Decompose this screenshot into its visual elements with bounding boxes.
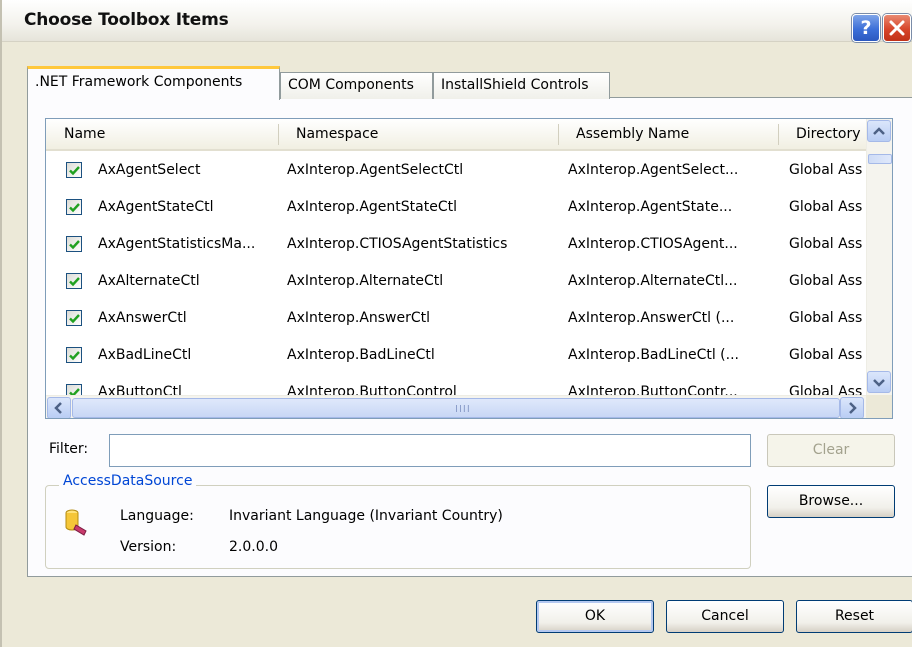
row-directory-cell: Global Ass — [789, 162, 863, 178]
filter-label-text: Filter: — [49, 441, 89, 457]
row-directory-cell: Global Ass — [789, 310, 863, 326]
row-name-cell: AxAgentStatisticsMa... — [98, 236, 256, 252]
column-header-namespace[interactable]: Namespace — [278, 119, 558, 149]
scrollbar-corner — [866, 395, 892, 418]
components-list[interactable]: Name Namespace Assembly Name Directory A… — [45, 118, 893, 419]
browse-button-label: Browse... — [798, 493, 864, 509]
row-assembly-cell: AxInterop.AnswerCtl (... — [568, 310, 735, 326]
help-button[interactable]: ? — [852, 14, 880, 42]
row-assembly-cell: AxInterop.AgentSelect... — [568, 162, 739, 178]
table-row[interactable]: AxBadLineCtl AxInterop.BadLineCtl AxIntero… — [46, 336, 866, 375]
table-row[interactable]: AxAgentStateCtl AxInterop.AgentStateCtl Ax… — [46, 188, 866, 227]
filter-label: Filter: — [49, 441, 88, 457]
tab-net-framework-components[interactable]: .NET Framework Components — [27, 66, 280, 100]
row-assembly-cell: AxInterop.AlternateCtl... — [568, 273, 738, 289]
browse-button[interactable]: Browse... — [767, 485, 895, 518]
chevron-left-icon — [54, 402, 62, 414]
row-checkbox[interactable] — [66, 162, 82, 178]
checkmark-icon — [69, 277, 80, 287]
checkmark-icon — [69, 240, 80, 250]
chevron-down-icon — [873, 379, 885, 387]
scroll-left-button[interactable] — [47, 397, 71, 418]
language-label: Language: — [120, 508, 194, 524]
row-namespace-cell: AxInterop.BadLineCtl — [287, 347, 435, 363]
scroll-right-button[interactable] — [840, 397, 864, 418]
tab-label: .NET Framework Components — [35, 74, 243, 90]
checkmark-icon — [69, 314, 80, 324]
checkmark-icon — [69, 166, 80, 176]
grip-icon: IIII — [455, 404, 471, 415]
column-header-assembly-name[interactable]: Assembly Name — [558, 119, 778, 149]
row-assembly-cell: AxInterop.BadLineCtl (... — [568, 347, 739, 363]
window-title: Choose Toolbox Items — [24, 10, 229, 30]
title-bar[interactable]: Choose Toolbox Items ? — [2, 0, 912, 42]
chevron-up-icon — [873, 127, 885, 135]
column-header-directory[interactable]: Directory — [778, 119, 866, 149]
row-directory-cell: Global Ass — [789, 273, 863, 289]
table-row[interactable]: AxAgentSelect AxInterop.AgentSelectCtl AxI… — [46, 151, 866, 190]
row-namespace-cell: AxInterop.AgentStateCtl — [287, 199, 457, 215]
horizontal-scroll-thumb[interactable]: IIII — [72, 398, 840, 418]
clear-button-label: Clear — [812, 442, 850, 458]
tab-label: InstallShield Controls — [441, 77, 589, 93]
close-button[interactable] — [883, 14, 911, 42]
selected-component-name: AccessDataSource — [59, 473, 197, 489]
tab-installshield-controls[interactable]: InstallShield Controls — [433, 72, 610, 99]
row-checkbox[interactable] — [66, 236, 82, 252]
close-icon — [889, 20, 905, 36]
chevron-right-icon — [849, 402, 857, 414]
cancel-button[interactable]: Cancel — [666, 600, 784, 633]
row-name-cell: AxBadLineCtl — [98, 347, 192, 363]
scroll-down-button[interactable] — [867, 371, 891, 393]
row-directory-cell: Global Ass — [789, 236, 863, 252]
row-directory-cell: Global Ass — [789, 199, 863, 215]
reset-button[interactable]: Reset — [796, 600, 912, 633]
list-header: Name Namespace Assembly Name Directory — [46, 119, 866, 151]
filter-input[interactable] — [109, 434, 751, 467]
row-checkbox[interactable] — [66, 310, 82, 326]
reset-button-label: Reset — [834, 608, 875, 624]
ok-button[interactable]: OK — [536, 600, 654, 633]
checkmark-icon — [69, 203, 80, 213]
row-namespace-cell: AxInterop.AlternateCtl — [287, 273, 444, 289]
checkmark-icon — [69, 351, 80, 361]
tab-com-components[interactable]: COM Components — [280, 72, 433, 99]
horizontal-scrollbar[interactable]: IIII — [46, 395, 866, 418]
row-name-cell: AxAlternateCtl — [98, 273, 200, 289]
clear-button[interactable]: Clear — [767, 434, 895, 467]
row-checkbox[interactable] — [66, 273, 82, 289]
component-details-group — [45, 485, 751, 569]
row-namespace-cell: AxInterop.CTIOSAgentStatistics — [287, 236, 508, 252]
row-checkbox[interactable] — [66, 199, 82, 215]
help-icon: ? — [860, 17, 872, 39]
row-namespace-cell: AxInterop.AnswerCtl — [287, 310, 431, 326]
row-name-cell: AxAnswerCtl — [98, 310, 187, 326]
row-checkbox[interactable] — [66, 347, 82, 363]
scroll-up-button[interactable] — [867, 120, 891, 142]
table-row[interactable]: AxAnswerCtl AxInterop.AnswerCtl AxInterop.… — [46, 299, 866, 338]
table-row[interactable]: AxAlternateCtl AxInterop.AlternateCtl AxIn… — [46, 262, 866, 301]
database-icon — [65, 509, 87, 536]
ok-button-label: OK — [584, 608, 606, 624]
row-name-cell: AxAgentSelect — [98, 162, 201, 178]
row-directory-cell: Global Ass — [789, 347, 863, 363]
row-assembly-cell: AxInterop.CTIOSAgent... — [568, 236, 738, 252]
row-name-cell: AxAgentStateCtl — [98, 199, 214, 215]
scroll-thumb[interactable] — [868, 154, 892, 164]
language-value: Invariant Language (Invariant Country) — [229, 508, 503, 524]
cancel-button-label: Cancel — [701, 608, 749, 624]
row-namespace-cell: AxInterop.AgentSelectCtl — [287, 162, 464, 178]
table-row[interactable]: AxAgentStatisticsMa... AxInterop.CTIOSAge… — [46, 225, 866, 264]
column-header-name[interactable]: Name — [46, 119, 278, 149]
version-value: 2.0.0.0 — [229, 539, 278, 555]
vertical-scrollbar[interactable] — [866, 119, 892, 395]
row-assembly-cell: AxInterop.AgentState... — [568, 199, 733, 215]
tab-label: COM Components — [288, 77, 414, 93]
version-label: Version: — [120, 539, 177, 555]
choose-toolbox-items-dialog: Choose Toolbox Items ? .NET Framework Co… — [0, 0, 912, 647]
